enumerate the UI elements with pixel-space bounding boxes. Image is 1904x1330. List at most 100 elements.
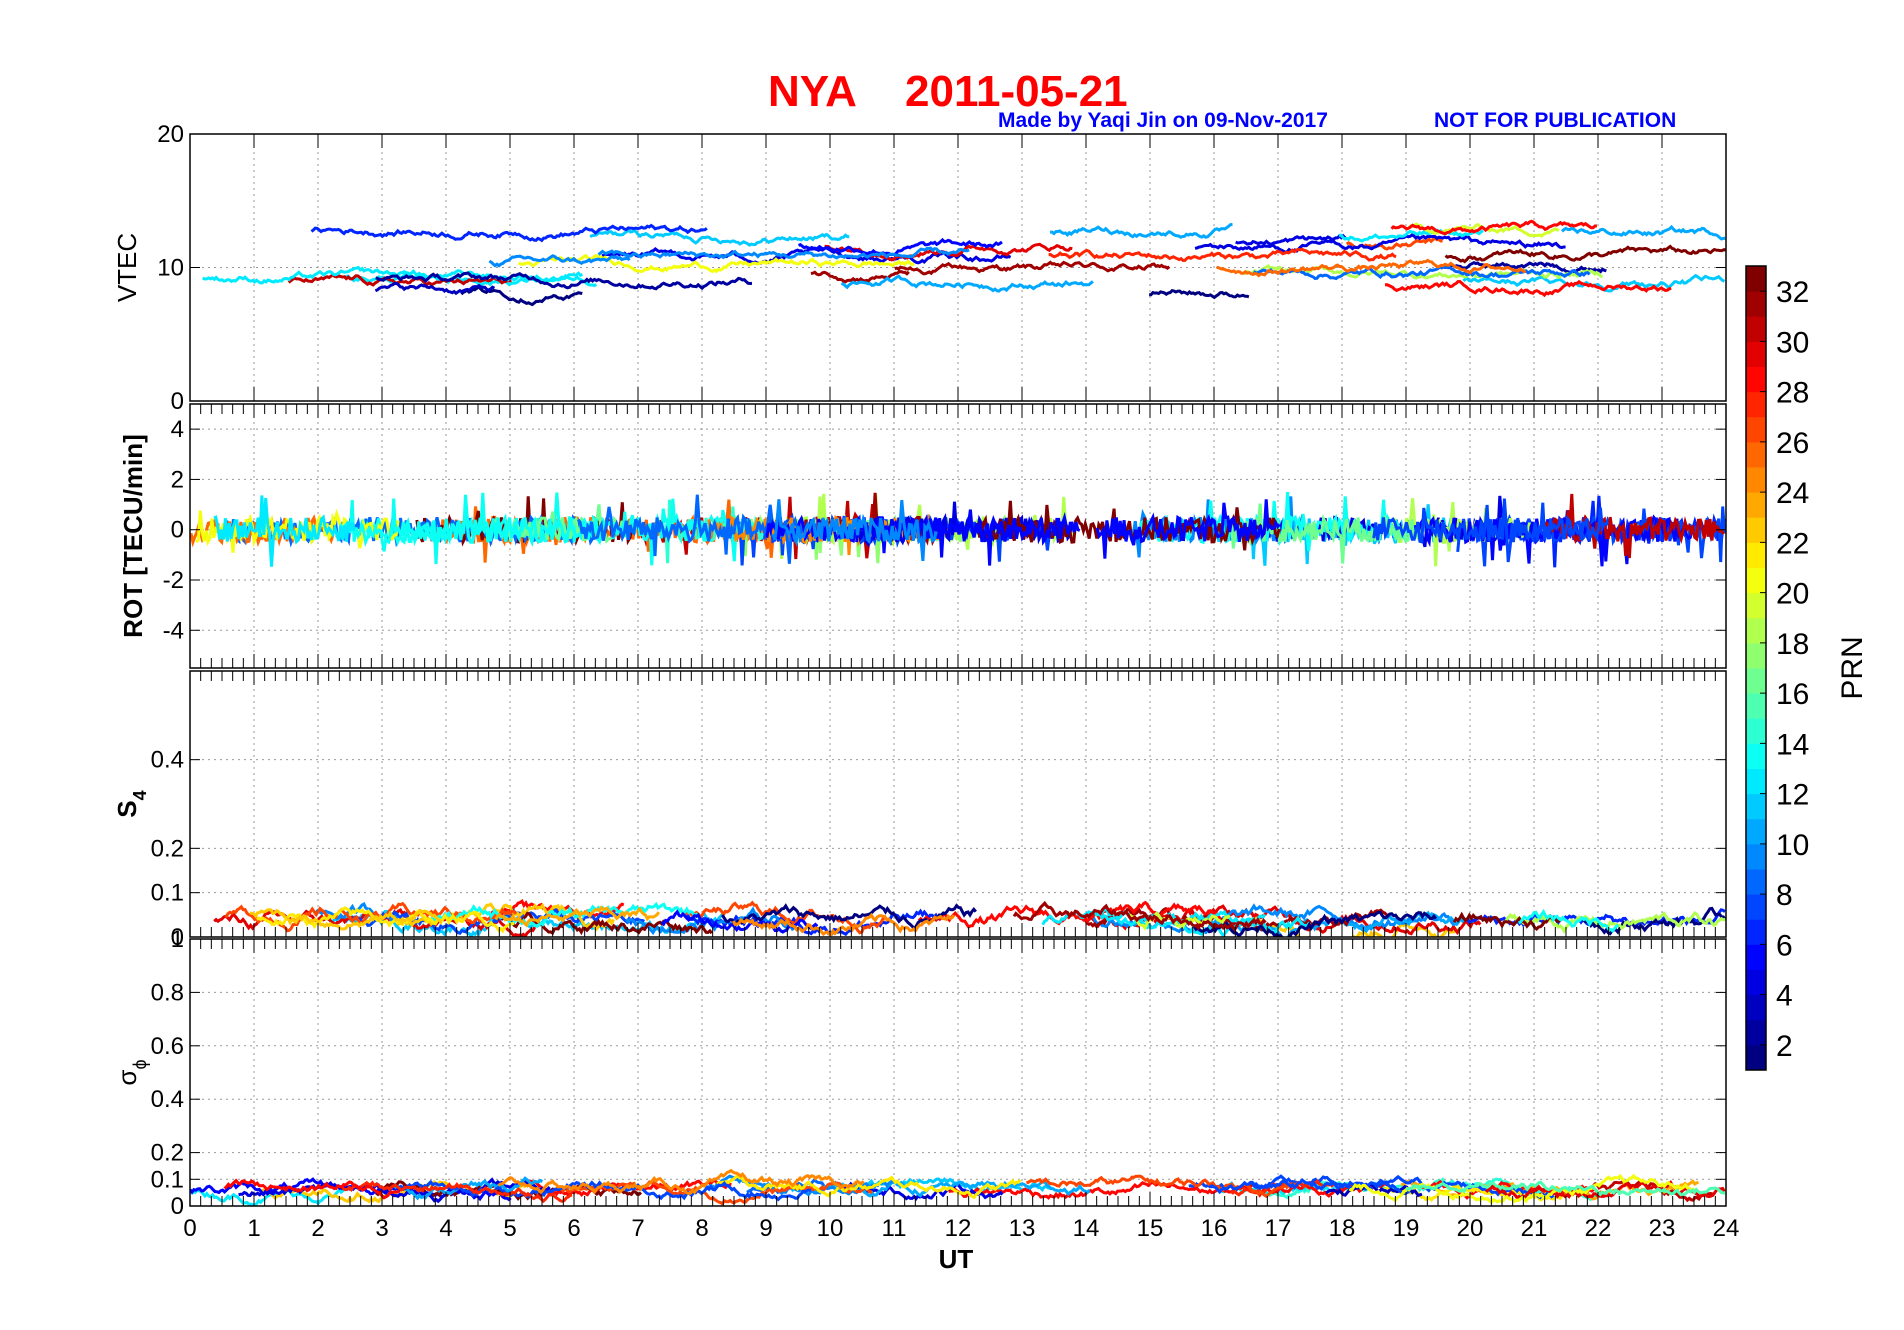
s4-panel: 00.10.20.4 S4 bbox=[112, 670, 1727, 951]
s4-ytick-labels: 00.10.20.4 bbox=[151, 747, 184, 951]
xtick-label: 21 bbox=[1521, 1215, 1548, 1242]
colorbar-cell bbox=[1746, 1044, 1766, 1071]
colorbar-cell bbox=[1746, 291, 1766, 317]
prn-trace bbox=[1050, 223, 1233, 239]
colorbar-cell bbox=[1746, 843, 1766, 870]
ytick-label: -4 bbox=[163, 617, 184, 644]
colorbar-cell bbox=[1746, 919, 1766, 945]
x-axis-label: UT bbox=[939, 1244, 974, 1274]
colorbar-tick-label: 32 bbox=[1776, 276, 1809, 309]
s4-ylabel-main: S bbox=[112, 800, 142, 817]
ytick-label: 2 bbox=[171, 466, 184, 493]
colorbar-cell bbox=[1746, 743, 1766, 769]
xtick-label: 24 bbox=[1713, 1215, 1740, 1242]
colorbar-tick-label: 8 bbox=[1776, 879, 1793, 912]
colorbar-cell bbox=[1746, 266, 1766, 292]
colorbar-cell bbox=[1746, 768, 1766, 795]
s4-ylabel: S4 bbox=[112, 790, 150, 817]
ytick-label: 0.8 bbox=[151, 979, 184, 1006]
colorbar-cell bbox=[1746, 366, 1766, 393]
ytick-label: 0 bbox=[171, 517, 184, 544]
colorbar-tick-label: 26 bbox=[1776, 427, 1809, 460]
colorbar-tick-label: 22 bbox=[1776, 527, 1809, 560]
ytick-label: 0 bbox=[171, 1193, 184, 1220]
xtick-label: 9 bbox=[759, 1215, 772, 1242]
xtick-label: 6 bbox=[567, 1215, 580, 1242]
xtick-label: 2 bbox=[311, 1215, 324, 1242]
rot-panel: -4 -2 0 2 4 ROT [TECU/min] bbox=[118, 403, 1727, 669]
s4-grid bbox=[190, 671, 1726, 937]
vtec-panel: 0 10 20 VTEC bbox=[112, 121, 1727, 415]
xtick-label: 1 bbox=[247, 1215, 260, 1242]
ytick-label: 10 bbox=[157, 255, 184, 282]
xtick-label: 10 bbox=[817, 1215, 844, 1242]
rot-traces bbox=[190, 492, 1726, 568]
prn-trace bbox=[1048, 247, 1397, 263]
xtick-label: 7 bbox=[631, 1215, 644, 1242]
ytick-label: 0.2 bbox=[151, 1140, 184, 1167]
colorbar-cell bbox=[1746, 869, 1766, 895]
prn-trace bbox=[894, 260, 1171, 276]
figure: NYA 2011-05-21 Made by Yaqi Jin on 09-No… bbox=[112, 67, 1869, 1274]
xtick-label: 4 bbox=[439, 1215, 452, 1242]
colorbar-cell bbox=[1746, 793, 1766, 820]
xtick-label: 8 bbox=[695, 1215, 708, 1242]
prn-trace bbox=[589, 228, 850, 247]
prn-trace bbox=[1560, 224, 1726, 241]
colorbar-cell bbox=[1746, 668, 1766, 694]
colorbar-cell bbox=[1746, 341, 1766, 367]
colorbar-cell bbox=[1746, 818, 1766, 845]
xtick-label: 18 bbox=[1329, 1215, 1356, 1242]
colorbar-cell bbox=[1746, 718, 1766, 744]
colorbar-tick-label: 2 bbox=[1776, 1030, 1793, 1063]
made-by-note: Made by Yaqi Jin on 09-Nov-2017 bbox=[998, 109, 1328, 132]
ytick-label: 4 bbox=[171, 416, 184, 443]
colorbar-cell bbox=[1746, 894, 1766, 920]
colorbar-cell bbox=[1746, 391, 1766, 418]
colorbar-cell bbox=[1746, 416, 1766, 443]
colorbar-cell bbox=[1746, 1019, 1766, 1046]
colorbar-ticks: 2468101214161820222426283032 bbox=[1760, 276, 1809, 1063]
colorbar-tick-label: 14 bbox=[1776, 728, 1809, 761]
colorbar-tick-label: 20 bbox=[1776, 578, 1809, 611]
vtec-traces bbox=[201, 219, 1726, 307]
colorbar-tick-label: 24 bbox=[1776, 477, 1809, 510]
xtick-label: 13 bbox=[1009, 1215, 1036, 1242]
prn-trace bbox=[1149, 288, 1250, 300]
colorbar-tick-label: 30 bbox=[1776, 326, 1809, 359]
colorbar-cell bbox=[1746, 994, 1766, 1021]
colorbar-cell bbox=[1746, 517, 1766, 543]
colorbar-cell bbox=[1746, 542, 1766, 568]
xtick-label: 11 bbox=[882, 1215, 907, 1242]
s4-ylabel-sub: 4 bbox=[130, 790, 150, 800]
ytick-label: 0.1 bbox=[151, 880, 184, 907]
ytick-label: 0.1 bbox=[151, 1166, 184, 1193]
ytick-label: -2 bbox=[163, 567, 184, 594]
xtick-label: 0 bbox=[183, 1215, 196, 1242]
ytick-label: 0.6 bbox=[151, 1033, 184, 1060]
xtick-label: 22 bbox=[1585, 1215, 1612, 1242]
xtick-label: 23 bbox=[1649, 1215, 1676, 1242]
xtick-label: 5 bbox=[503, 1215, 516, 1242]
xtick-label: 14 bbox=[1073, 1215, 1100, 1242]
colorbar-tick-label: 10 bbox=[1776, 829, 1809, 862]
colorbar-cell bbox=[1746, 693, 1766, 719]
xtick-label: 20 bbox=[1457, 1215, 1484, 1242]
prn-colorbar: 2468101214161820222426283032 PRN bbox=[1745, 265, 1869, 1071]
sigphi-ylabel: σϕ bbox=[112, 1059, 150, 1085]
xtick-label: 15 bbox=[1137, 1215, 1164, 1242]
sigphi-panel: 00.10.20.40.60.81 0 1 2 3 4 5 6 7 8 9 10 11 12 13 14 15… bbox=[112, 926, 1739, 1274]
ytick-label: 0.4 bbox=[151, 1086, 184, 1113]
prn-trace bbox=[460, 284, 583, 307]
colorbar-cell bbox=[1746, 944, 1766, 970]
colorbar-tick-label: 16 bbox=[1776, 678, 1809, 711]
ytick-label: 1 bbox=[171, 926, 184, 953]
colorbar-cell bbox=[1746, 441, 1766, 468]
colorbar-tick-label: 28 bbox=[1776, 377, 1809, 410]
colorbar-cell bbox=[1746, 316, 1766, 342]
colorbar-tick-label: 4 bbox=[1776, 980, 1793, 1013]
colorbar-cell bbox=[1746, 567, 1766, 594]
colorbar-cell bbox=[1746, 467, 1766, 493]
vtec-ylabel: VTEC bbox=[112, 233, 142, 302]
ytick-label: 20 bbox=[157, 121, 184, 148]
